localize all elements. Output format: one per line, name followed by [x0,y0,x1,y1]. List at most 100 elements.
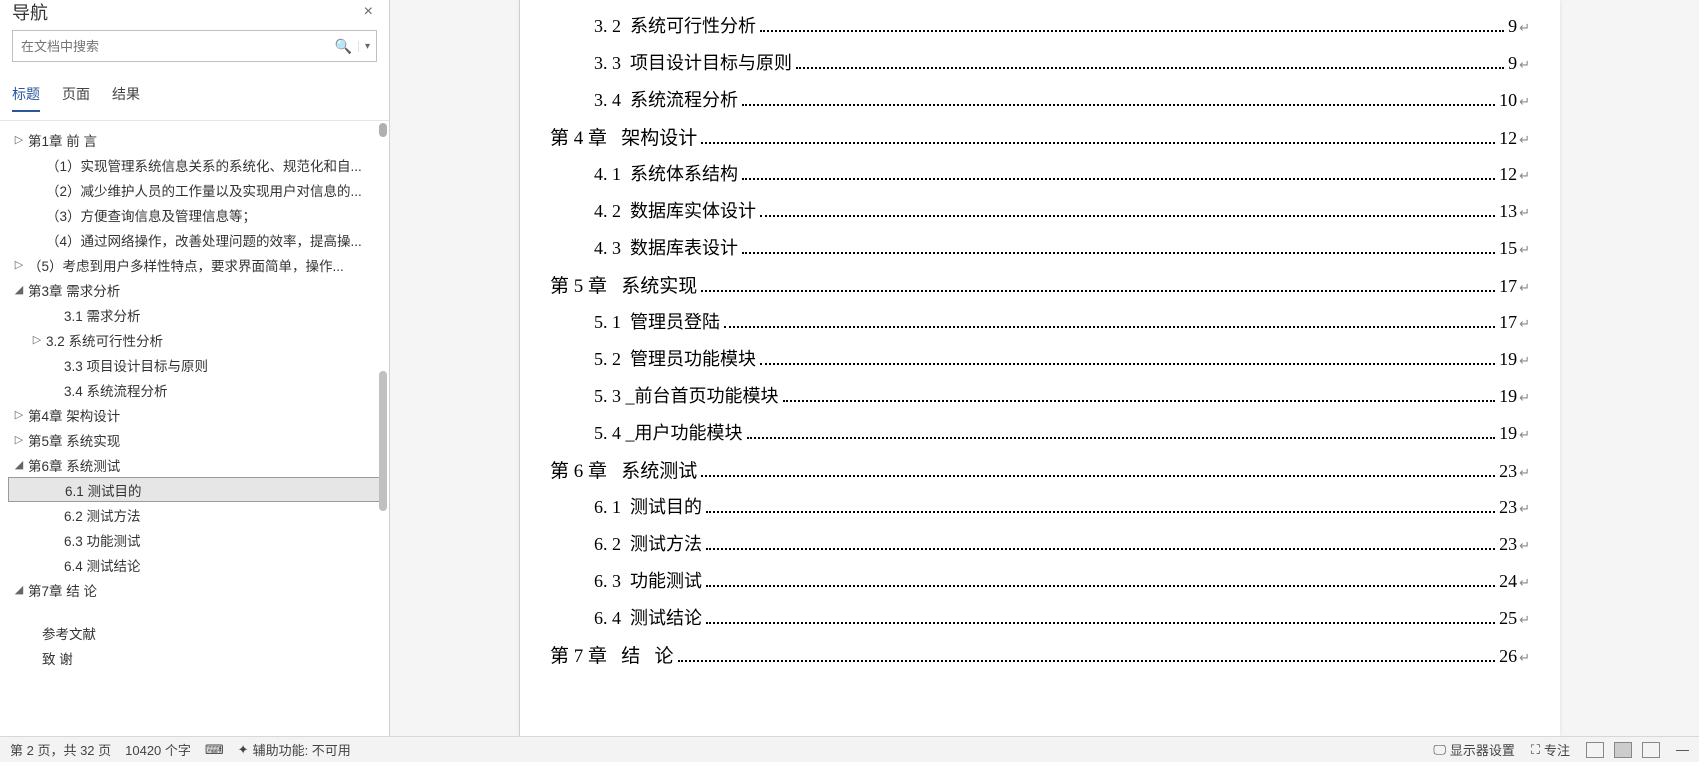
tree-twisty-icon[interactable]: ▷ [12,408,26,421]
toc-entry[interactable]: 第 4 章 架构设计12↵ [550,123,1530,160]
toc-entry[interactable]: 4. 1 系统体系结构12↵ [550,160,1530,197]
outline-item[interactable]: 3.3 项目设计目标与原则 [8,352,385,377]
toc-leader-dots [701,142,1495,144]
status-word-count[interactable]: 10420 个字 [125,740,191,759]
status-display-settings[interactable]: 🖵 显示器设置 [1433,740,1515,759]
toc-entry[interactable]: 第 6 章 系统测试23↵ [550,456,1530,493]
toc-number: 4. 2 [594,201,621,222]
toc-page-number: 23 [1499,461,1517,482]
toc-number: 5. 1 [594,312,621,333]
outline-item[interactable]: 3.1 需求分析 [8,302,385,327]
toc-title: 系统流程分析 [621,86,738,112]
status-bar: 第 2 页，共 32 页 10420 个字 ⌨ ✦ 辅助功能: 不可用 🖵 显示… [0,736,1699,762]
zoom-out-button[interactable]: — [1676,742,1689,757]
tree-twisty-icon[interactable]: ◢ [12,458,26,471]
outline-item[interactable]: ◢第3章 需求分析 [8,277,385,302]
toc-entry[interactable]: 5. 2 管理员功能模块19↵ [550,345,1530,382]
toc-number: 第 6 章 [550,456,607,483]
toc-entry[interactable]: 6. 3 功能测试24↵ [550,567,1530,604]
toc-page-number: 19 [1499,386,1517,407]
outline-item-label: 6.2 测试方法 [64,505,141,525]
toc-page-number: 12 [1499,164,1517,185]
outline-item[interactable]: （1）实现管理系统信息关系的系统化、规范化和自... [8,152,385,177]
outline-item[interactable]: ◢第7章 结 论 [8,577,385,602]
toc-number: 第 4 章 [550,123,607,150]
nav-close-button[interactable]: × [360,3,377,21]
paragraph-mark-icon: ↵ [1519,57,1530,73]
toc-title: 数据库实体设计 [621,197,756,223]
nav-scrollbar[interactable] [379,121,387,736]
outline-item[interactable]: ◢第6章 系统测试 [8,452,385,477]
tab-results[interactable]: 结果 [112,84,140,112]
paragraph-mark-icon: ↵ [1519,205,1530,221]
toc-page-number: 12 [1499,128,1517,149]
search-input[interactable] [13,39,329,54]
toc-leader-dots [706,548,1495,550]
view-read-mode-icon[interactable] [1586,742,1604,758]
toc-entry[interactable]: 4. 2 数据库实体设计13↵ [550,197,1530,234]
outline-item-label: 6.1 测试目的 [65,480,142,500]
toc-number: 6. 2 [594,534,621,555]
toc-entry[interactable]: 5. 4 _用户功能模块19↵ [550,419,1530,456]
status-language-icon[interactable]: ⌨ [205,742,224,758]
search-icon[interactable]: 🔍 [329,38,358,55]
outline-item[interactable]: ▷第1章 前 言 [8,127,385,152]
status-focus-mode[interactable]: ⛶ 专注 [1531,740,1570,759]
outline-item[interactable]: 6.1 测试目的 [8,477,385,502]
toc-entry[interactable]: 5. 3 _前台首页功能模块19↵ [550,382,1530,419]
outline-item[interactable]: ▷第5章 系统实现 [8,427,385,452]
toc-title: 系统体系结构 [621,160,738,186]
toc-page-number: 9 [1508,16,1517,37]
toc-leader-dots [706,622,1495,624]
outline-item-label: 致 谢 [42,648,73,668]
view-web-layout-icon[interactable] [1642,742,1660,758]
toc-entry[interactable]: 6. 4 测试结论25↵ [550,604,1530,641]
toc-entry[interactable]: 6. 2 测试方法23↵ [550,530,1530,567]
toc-entry[interactable]: 3. 2 系统可行性分析9↵ [550,12,1530,49]
nav-search-box[interactable]: 🔍 ▾ [12,30,377,62]
outline-item-label: （3）方便查询信息及管理信息等； [46,205,256,225]
nav-pane-title: 导航 [12,0,48,25]
paragraph-mark-icon: ↵ [1519,94,1530,110]
toc-entry[interactable]: 3. 4 系统流程分析10↵ [550,86,1530,123]
outline-item[interactable]: 参考文献 [8,620,385,645]
toc-number: 4. 1 [594,164,621,185]
outline-item[interactable]: 6.3 功能测试 [8,527,385,552]
paragraph-mark-icon: ↵ [1519,20,1530,36]
toc-entry[interactable]: 4. 3 数据库表设计15↵ [550,234,1530,271]
tree-twisty-icon[interactable]: ◢ [12,283,26,296]
toc-title: 结 论 [607,641,674,668]
toc-entry[interactable]: 5. 1 管理员登陆17↵ [550,308,1530,345]
status-page-count[interactable]: 第 2 页，共 32 页 [10,740,111,759]
toc-entry[interactable]: 第 5 章 系统实现17↵ [550,271,1530,308]
status-accessibility[interactable]: ✦ 辅助功能: 不可用 [238,740,351,759]
tree-twisty-icon[interactable]: ◢ [12,583,26,596]
toc-entry[interactable]: 3. 3 项目设计目标与原则9↵ [550,49,1530,86]
outline-item[interactable]: 致 谢 [8,645,385,670]
outline-item[interactable]: ▷3.2 系统可行性分析 [8,327,385,352]
outline-item[interactable]: 6.2 测试方法 [8,502,385,527]
tab-headings[interactable]: 标题 [12,84,40,112]
outline-item [8,602,385,620]
focus-icon: ⛶ [1531,742,1540,758]
toc-entry[interactable]: 第 7 章 结 论26↵ [550,641,1530,678]
toc-entry[interactable]: 6. 1 测试目的23↵ [550,493,1530,530]
tab-pages[interactable]: 页面 [62,84,90,112]
toc-title: 项目设计目标与原则 [621,49,792,75]
toc-title: 测试结论 [621,604,702,630]
tree-twisty-icon[interactable]: ▷ [12,258,26,271]
outline-item-label: 3.4 系统流程分析 [64,380,168,400]
tree-twisty-icon[interactable]: ▷ [12,433,26,446]
view-print-layout-icon[interactable] [1614,742,1632,758]
outline-item[interactable]: 6.4 测试结论 [8,552,385,577]
outline-item[interactable]: ▷（5）考虑到用户多样性特点，要求界面简单，操作... [8,252,385,277]
outline-item[interactable]: （3）方便查询信息及管理信息等； [8,202,385,227]
tree-twisty-icon[interactable]: ▷ [30,333,44,346]
tree-twisty-icon[interactable]: ▷ [12,133,26,146]
search-dropdown-icon[interactable]: ▾ [358,41,376,52]
outline-item[interactable]: （4）通过网络操作，改善处理问题的效率，提高操... [8,227,385,252]
outline-item[interactable]: （2）减少维护人员的工作量以及实现用户对信息的... [8,177,385,202]
toc-title: 架构设计 [607,123,697,150]
outline-item[interactable]: ▷第4章 架构设计 [8,402,385,427]
outline-item[interactable]: 3.4 系统流程分析 [8,377,385,402]
